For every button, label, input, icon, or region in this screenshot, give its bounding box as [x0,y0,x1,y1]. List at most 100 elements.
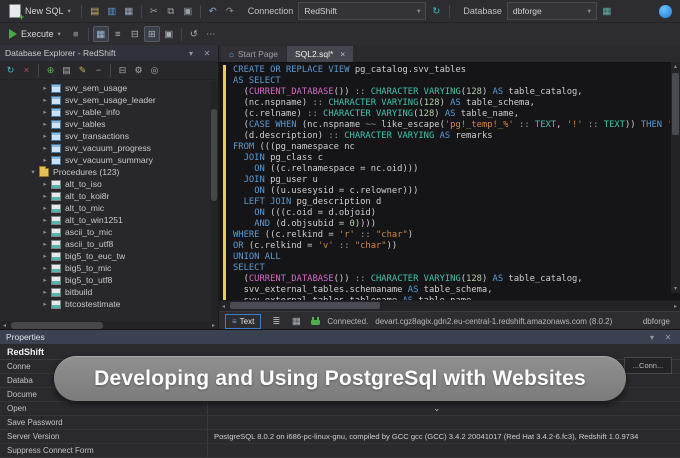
code-line[interactable]: (CASE WHEN (nc.nspname ~~ like_escape('p… [233,120,670,131]
save-icon[interactable]: ▥ [104,3,120,19]
chevron-down-icon[interactable]: ▾ [28,168,38,176]
split-horizontal-toggle[interactable]: ⊟ [127,26,143,42]
open-file-icon[interactable]: ▤ [87,3,103,19]
delete-icon[interactable]: − [91,63,106,78]
scroll-up-icon[interactable]: ▴ [671,63,680,70]
search-icon[interactable]: ◎ [147,63,162,78]
chevron-down-icon[interactable]: ▾ [646,333,658,342]
code-line[interactable]: AND (d.objsubid = 0)))) [233,219,670,230]
tree-item[interactable]: ▸ big5_to_utf8 [0,274,218,286]
editor-v-scrollbar[interactable]: ▴ ▾ [671,62,680,293]
code-line[interactable]: WHERE ((c.relkind = 'r' :: "char") [233,230,670,241]
scrollbar-thumb[interactable] [211,109,217,201]
chevron-right-icon[interactable]: ▸ [40,156,50,164]
close-icon[interactable]: ✕ [201,49,213,58]
tree-item[interactable]: ▸ ascii_to_mic [0,226,218,238]
close-icon[interactable]: ✕ [662,333,674,342]
property-row[interactable]: Save Password [0,416,680,430]
property-value[interactable]: PostgreSQL 8.0.2 on i686-pc-linux-gnu, c… [208,430,680,443]
new-sql-icon[interactable]: ▤ [59,63,74,78]
connection-select[interactable]: RedShift ▾ [298,2,427,20]
tree-scrollbar[interactable] [210,81,218,320]
code-line[interactable]: (CURRENT_DATABASE()) :: CHARACTER VARYIN… [233,274,670,285]
scrollbar-thumb[interactable] [672,73,679,135]
chevron-down-icon[interactable]: ⌄ [433,402,441,414]
chevron-right-icon[interactable]: ▸ [40,108,50,116]
tree-item[interactable]: ▾ Procedures (123) [0,165,218,178]
tree-item[interactable]: ▸ bitbuild [0,286,218,298]
code-line[interactable]: (CURRENT_DATABASE()) :: CHARACTER VARYIN… [233,87,670,98]
copy-icon[interactable]: ⧉ [163,3,179,19]
editor-h-scrollbar[interactable]: ◂ ▸ [219,300,680,311]
new-sql-button[interactable]: New SQL ▾ [4,2,76,22]
code-line[interactable]: CREATE OR REPLACE VIEW pg_catalog.svv_ta… [233,65,670,76]
code-line[interactable]: (nc.nspname) :: CHARACTER VARYING(128) A… [233,98,670,109]
code-line[interactable]: AS SELECT [233,76,670,87]
code-line[interactable]: svv_external_tables.schemaname AS table_… [233,285,670,296]
code-line[interactable]: ON ((u.usesysid = c.relowner))) [233,186,670,197]
tree-item[interactable]: ▸ svv_transactions [0,130,218,142]
paste-icon[interactable]: ▣ [180,3,196,19]
chevron-right-icon[interactable]: ▸ [40,216,50,224]
cut-icon[interactable]: ✂ [146,3,162,19]
new-database-icon[interactable]: ▦ [599,3,615,19]
code-line[interactable]: (d.description) :: CHARACTER VARYING AS … [233,131,670,142]
close-icon[interactable]: × [340,49,345,59]
tree-item[interactable]: ▸ ascii_to_utf8 [0,238,218,250]
scroll-left-icon[interactable]: ◂ [0,322,9,329]
refresh-icon[interactable]: ↻ [3,63,18,78]
execute-button[interactable]: Execute ▾ [4,25,66,43]
chevron-right-icon[interactable]: ▸ [40,252,50,260]
chevron-right-icon[interactable]: ▸ [40,264,50,272]
tree-item[interactable]: ▸ svv_tables [0,118,218,130]
undo-icon[interactable]: ↶ [205,3,221,19]
chevron-right-icon[interactable]: ▸ [40,228,50,236]
chevron-right-icon[interactable]: ▸ [40,204,50,212]
tree-item[interactable]: ▸ svv_sem_usage_leader [0,94,218,106]
results-grid-toggle[interactable]: ▦ [92,26,109,42]
code-line[interactable]: JOIN pg_class c [233,153,670,164]
split-vertical-toggle[interactable]: ⊞ [143,26,160,42]
hidden-window-fragment[interactable]: ...Conn... [624,357,672,374]
chevron-right-icon[interactable]: ▸ [40,120,50,128]
chevron-right-icon[interactable]: ▸ [40,276,50,284]
property-value[interactable] [208,416,680,429]
tree-item[interactable]: ▸ alt_to_mic [0,202,218,214]
scroll-right-icon[interactable]: ▸ [209,322,218,329]
chevron-right-icon[interactable]: ▸ [40,192,50,200]
results-text-toggle[interactable]: ≡ [110,26,126,42]
chevron-right-icon[interactable]: ▸ [40,180,50,188]
collapse-all-icon[interactable]: ⊟ [115,63,130,78]
tree-item[interactable]: ▸ big5_to_euc_tw [0,250,218,262]
stop-icon[interactable]: ■ [68,26,84,42]
tab-sql2[interactable]: SQL2.sql* × [287,46,354,62]
new-connection-icon[interactable]: ⊕ [43,63,58,78]
tree-item[interactable]: ▸ svv_table_info [0,106,218,118]
property-row[interactable]: Server Version PostgreSQL 8.0.2 on i686-p… [0,430,680,444]
scroll-right-icon[interactable]: ▸ [671,303,680,310]
database-select[interactable]: dbforge ▾ [506,2,597,20]
scrollbar-thumb[interactable] [230,302,380,309]
code-line[interactable]: SELECT [233,263,670,274]
statusbar-database[interactable]: dbforge [643,317,674,326]
tree-item[interactable]: ▸ alt_to_koi8r [0,190,218,202]
tab-start-page[interactable]: ⌂ Start Page [221,46,287,62]
query-history-icon[interactable]: ↺ [186,26,202,42]
tree-item[interactable]: ▸ big5_to_mic [0,262,218,274]
tree-item[interactable]: ▸ svv_vacuum_progress [0,142,218,154]
code-line[interactable]: FROM (((pg_namespace nc [233,142,670,153]
chevron-right-icon[interactable]: ▸ [40,144,50,152]
property-row[interactable]: Suppress Connect Form [0,444,680,458]
tree-item[interactable]: ▸ alt_to_iso [0,178,218,190]
scrollbar-thumb[interactable] [11,322,103,329]
edit-icon[interactable]: ✎ [75,63,90,78]
code-line[interactable]: (c.relname) :: CHARACTER VARYING(128) AS… [233,109,670,120]
property-value[interactable]: ⌄ [208,402,680,415]
tree-item[interactable]: ▸ btcostestimate [0,298,218,310]
property-value[interactable] [208,444,680,457]
disconnect-icon[interactable]: × [19,63,34,78]
pin-icon[interactable]: ▾ [185,49,197,58]
grid-view-icon[interactable]: ▦ [288,313,304,329]
tree-item[interactable]: ▸ svv_sem_usage [0,82,218,94]
code-line[interactable]: JOIN pg_user u [233,175,670,186]
